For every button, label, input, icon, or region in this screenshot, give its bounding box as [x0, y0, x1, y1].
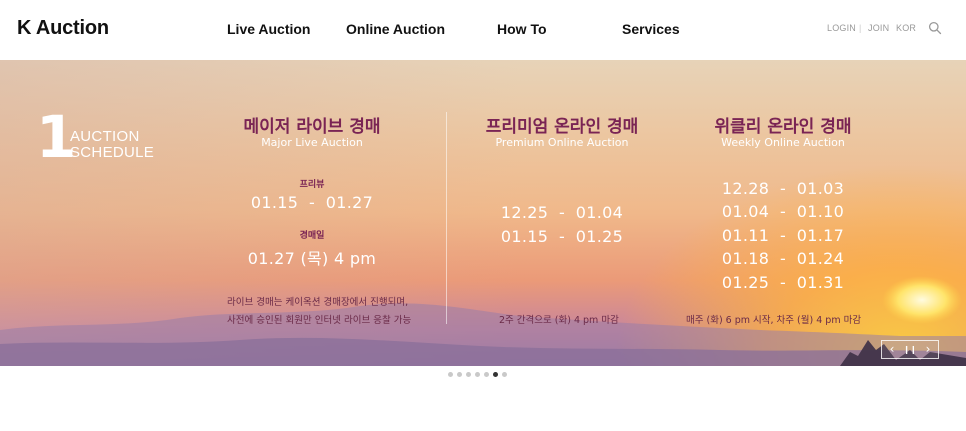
prev-slide-button[interactable]: ‹: [884, 341, 900, 358]
preview-label: 프리뷰: [299, 180, 325, 190]
pagination-dot-5[interactable]: [484, 372, 489, 377]
weekly-online-auction-title[interactable]: 위클리 온라인 경매: [698, 112, 868, 137]
major-note-line1: 라이브 경매는 케이옥션 경매장에서 진행되며,: [227, 297, 409, 308]
join-link[interactable]: JOIN: [868, 23, 889, 33]
auction-schedule-banner: 1 AUCTION SCHEDULE 메이저 라이브 경매 Major Live…: [0, 60, 966, 366]
auction-day-label: 경매일: [299, 231, 325, 241]
pagination-dot-7[interactable]: [502, 372, 507, 377]
weekly-date-1: 12.28 - 01.03: [721, 179, 845, 198]
weekly-date-5: 01.25 - 01.31: [721, 273, 845, 292]
schedule-title-line2: SCHEDULE: [70, 144, 155, 161]
nav-services[interactable]: Services: [622, 21, 680, 37]
search-icon[interactable]: [928, 21, 942, 35]
language-selector[interactable]: KOR: [896, 23, 916, 33]
weekly-date-3: 01.11 - 01.17: [721, 226, 845, 245]
pagination-dot-2[interactable]: [457, 372, 462, 377]
login-link[interactable]: LOGIN: [827, 23, 856, 33]
column-divider: [446, 112, 447, 324]
premium-date-2: 01.15 - 01.25: [500, 227, 624, 246]
major-note-line2: 사전에 승인된 회원만 인터넷 라이브 응찰 가능: [227, 315, 412, 326]
weekly-date-2: 01.04 - 01.10: [721, 202, 845, 221]
auction-date: 01.27 (목) 4 pm: [247, 249, 377, 268]
pagination-dot-6[interactable]: [493, 372, 498, 377]
slider-controls: ‹ ❙❙ ›: [881, 340, 939, 359]
major-live-auction-title[interactable]: 메이저 라이브 경매: [232, 112, 392, 137]
util-separator: |: [859, 23, 862, 33]
next-slide-button[interactable]: ›: [920, 341, 936, 358]
pagination-dot-1[interactable]: [448, 372, 453, 377]
schedule-title: AUCTION SCHEDULE: [70, 129, 154, 161]
weekly-note: 매주 (화) 6 pm 시작, 차주 (월) 4 pm 마감: [686, 315, 862, 326]
premium-online-auction-subtitle: Premium Online Auction: [495, 136, 629, 149]
nav-how-to[interactable]: How To: [497, 21, 547, 37]
premium-date-1: 12.25 - 01.04: [500, 203, 624, 222]
pagination-dot-4[interactable]: [475, 372, 480, 377]
weekly-online-auction-subtitle: Weekly Online Auction: [721, 136, 845, 149]
site-header: K Auction Live Auction Online Auction Ho…: [0, 0, 966, 60]
weekly-date-4: 01.18 - 01.24: [721, 249, 845, 268]
pagination-dot-3[interactable]: [466, 372, 471, 377]
nav-live-auction[interactable]: Live Auction: [227, 21, 311, 37]
premium-online-auction-title[interactable]: 프리미엄 온라인 경매: [472, 112, 652, 137]
site-logo[interactable]: K Auction: [17, 17, 109, 40]
nav-online-auction[interactable]: Online Auction: [346, 21, 445, 37]
preview-dates: 01.15 - 01.27: [250, 193, 374, 212]
pause-slide-button[interactable]: ❙❙: [901, 341, 919, 358]
major-live-auction-subtitle: Major Live Auction: [261, 136, 363, 149]
premium-note: 2주 간격으로 (화) 4 pm 마감: [499, 315, 619, 326]
schedule-title-line1: AUCTION: [70, 128, 140, 145]
